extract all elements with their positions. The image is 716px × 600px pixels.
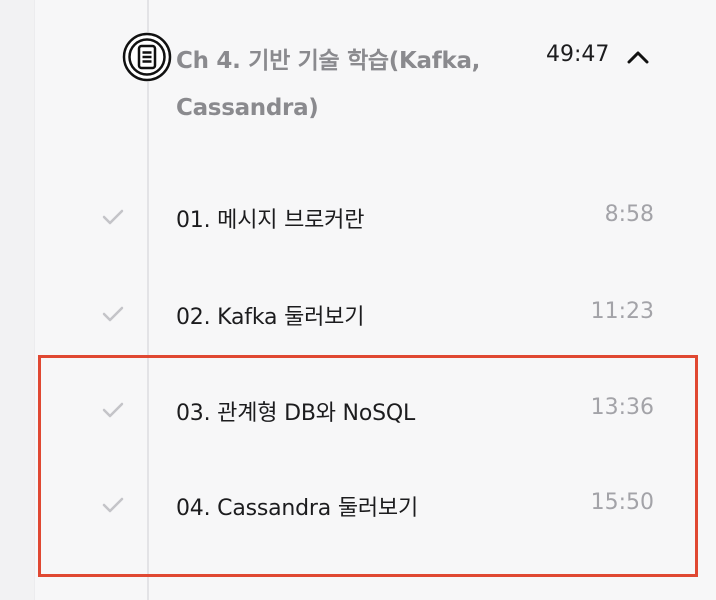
lecture-duration: 8:58 [604,202,654,227]
lecture-duration: 15:50 [590,490,654,515]
lecture-title: 04. Cassandra 둘러보기 [176,496,419,521]
check-icon [98,204,128,230]
lecture-title: 01. 메시지 브로커란 [176,208,365,233]
lecture-item[interactable]: 03. 관계형 DB와 NoSQL 13:36 [60,379,680,439]
lecture-duration: 13:36 [590,395,654,420]
check-icon [98,492,128,518]
lecture-item[interactable]: 04. Cassandra 둘러보기 15:50 [60,474,680,534]
lecture-title: 03. 관계형 DB와 NoSQL [176,401,416,426]
lecture-duration: 11:23 [590,299,654,324]
check-icon [98,397,128,423]
chapter-title[interactable]: Ch 4. 기반 기술 학습(Kafka, Cassandra) [176,38,526,132]
chapter-duration: 49:47 [546,42,610,67]
document-list-icon [122,32,172,82]
chevron-up-icon[interactable] [624,44,652,72]
lecture-item[interactable]: 01. 메시지 브로커란 8:58 [60,186,680,246]
check-icon [98,301,128,327]
lecture-item[interactable]: 02. Kafka 둘러보기 11:23 [60,283,680,343]
lecture-title: 02. Kafka 둘러보기 [176,305,365,330]
